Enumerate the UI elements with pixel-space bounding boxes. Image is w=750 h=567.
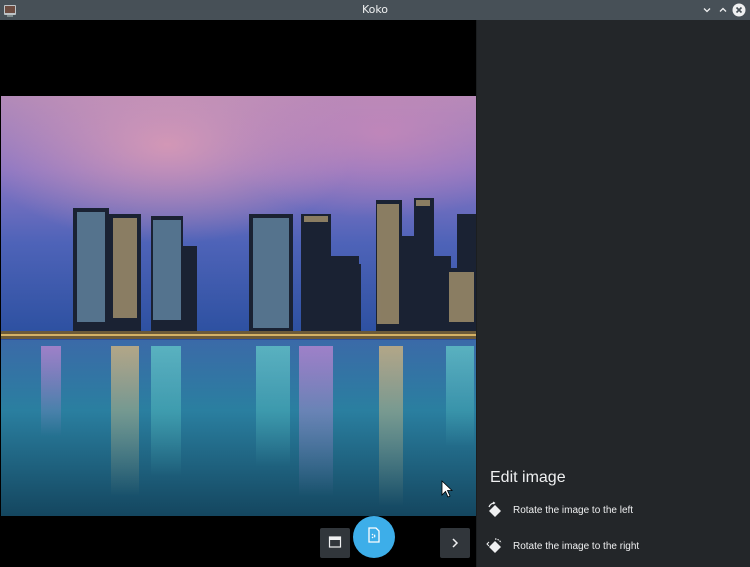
rotate-right-action[interactable]: Rotate the image to the right [485, 534, 735, 558]
window-titlebar[interactable]: Koko [0, 0, 750, 20]
mouse-cursor-icon [441, 480, 454, 498]
rotate-right-label: Rotate the image to the right [513, 540, 640, 552]
rotate-left-action[interactable]: Rotate the image to the left [485, 498, 735, 522]
thumbnails-icon [328, 534, 342, 553]
minimize-icon[interactable] [700, 3, 714, 17]
window-title: Koko [361, 3, 389, 16]
edit-image-icon [365, 526, 383, 548]
maximize-icon[interactable] [716, 3, 730, 17]
edit-image-button[interactable] [353, 516, 395, 558]
thumbnails-button[interactable] [320, 528, 350, 558]
edit-sidebar: Edit image Rotate the image to the left … [476, 20, 750, 567]
next-image-button[interactable] [440, 528, 470, 558]
close-icon[interactable] [732, 3, 746, 17]
rotate-left-icon [485, 500, 505, 520]
rotate-right-icon [485, 536, 505, 556]
rotate-left-label: Rotate the image to the left [513, 504, 634, 516]
image-viewer[interactable] [0, 20, 476, 567]
chevron-right-icon [449, 534, 461, 553]
displayed-image[interactable] [1, 96, 476, 516]
sidebar-heading: Edit image [490, 469, 566, 486]
